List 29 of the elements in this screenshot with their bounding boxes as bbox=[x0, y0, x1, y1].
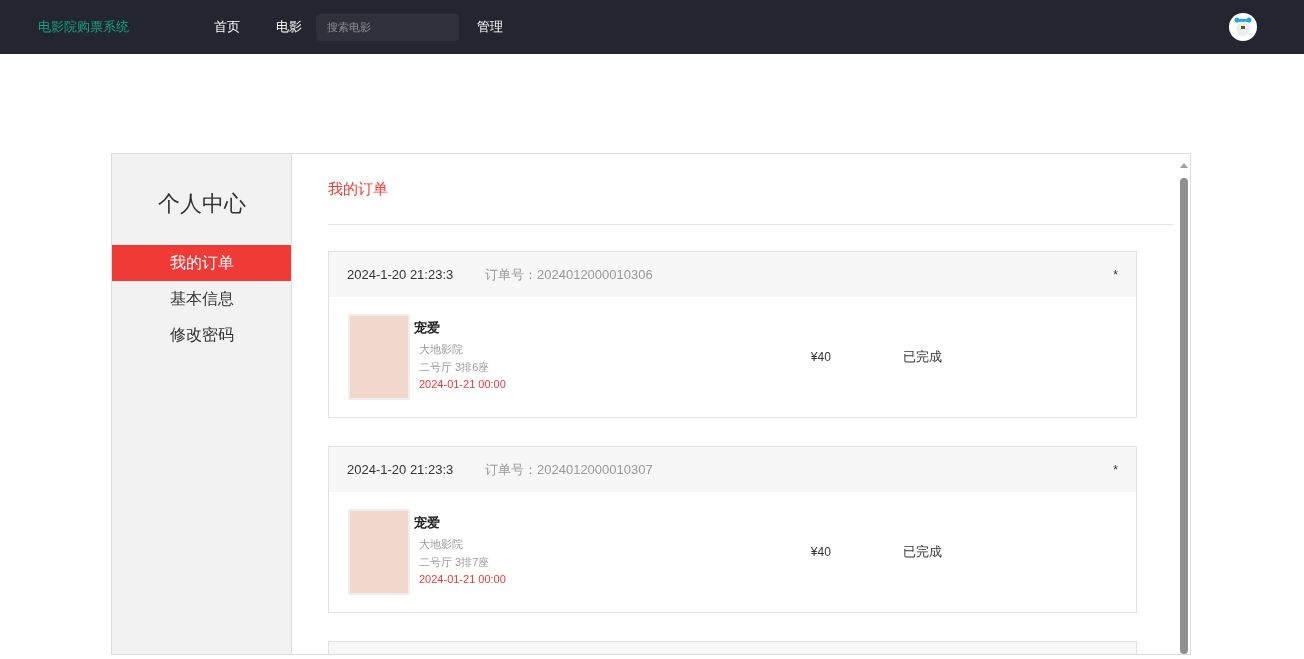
order-number: 订单号：2024012000010307 bbox=[485, 460, 653, 479]
order-number: 订单号：2024012000010306 bbox=[485, 265, 653, 284]
sidebar-item[interactable]: 基本信息 bbox=[112, 281, 291, 317]
order-time: 2024-1-20 21:23:3 bbox=[347, 460, 455, 479]
sidebar-item[interactable]: 修改密码 bbox=[112, 317, 291, 353]
cinema-name: 大地影院 bbox=[419, 342, 464, 358]
avatar-icon[interactable] bbox=[1229, 13, 1257, 41]
show-time: 2024-01-21 00:00 bbox=[419, 377, 506, 393]
sidebar-title: 个人中心 bbox=[156, 190, 247, 218]
seat-info: 二号厅 3排7座 bbox=[419, 555, 491, 571]
nav-link[interactable]: 管理 bbox=[477, 17, 503, 37]
order-status: 已完成 bbox=[902, 348, 942, 367]
sidebar-item[interactable]: 我的订单 bbox=[112, 245, 291, 281]
order-price: ¥40 bbox=[810, 544, 832, 561]
movie-title: 宠爱 bbox=[414, 513, 441, 532]
nav-link[interactable]: 电影 bbox=[276, 17, 302, 37]
order-price: ¥40 bbox=[810, 349, 832, 366]
order-status: 已完成 bbox=[902, 543, 942, 562]
show-time: 2024-01-21 00:00 bbox=[419, 572, 506, 588]
brand-title[interactable]: 电影院购票系统 bbox=[38, 17, 214, 37]
cinema-name: 大地影院 bbox=[419, 537, 464, 553]
order-time: 2024-1-20 21:23:3 bbox=[347, 265, 455, 284]
movie-title: 宠爱 bbox=[414, 318, 441, 337]
order-mark: * bbox=[1113, 266, 1118, 284]
order-mark: * bbox=[1113, 461, 1118, 479]
search-field[interactable]: 搜索电影 bbox=[316, 13, 459, 41]
seat-info: 二号厅 3排6座 bbox=[419, 360, 491, 376]
nav-link[interactable]: 首页 bbox=[214, 17, 240, 37]
section-title: 我的订单 bbox=[328, 178, 388, 199]
